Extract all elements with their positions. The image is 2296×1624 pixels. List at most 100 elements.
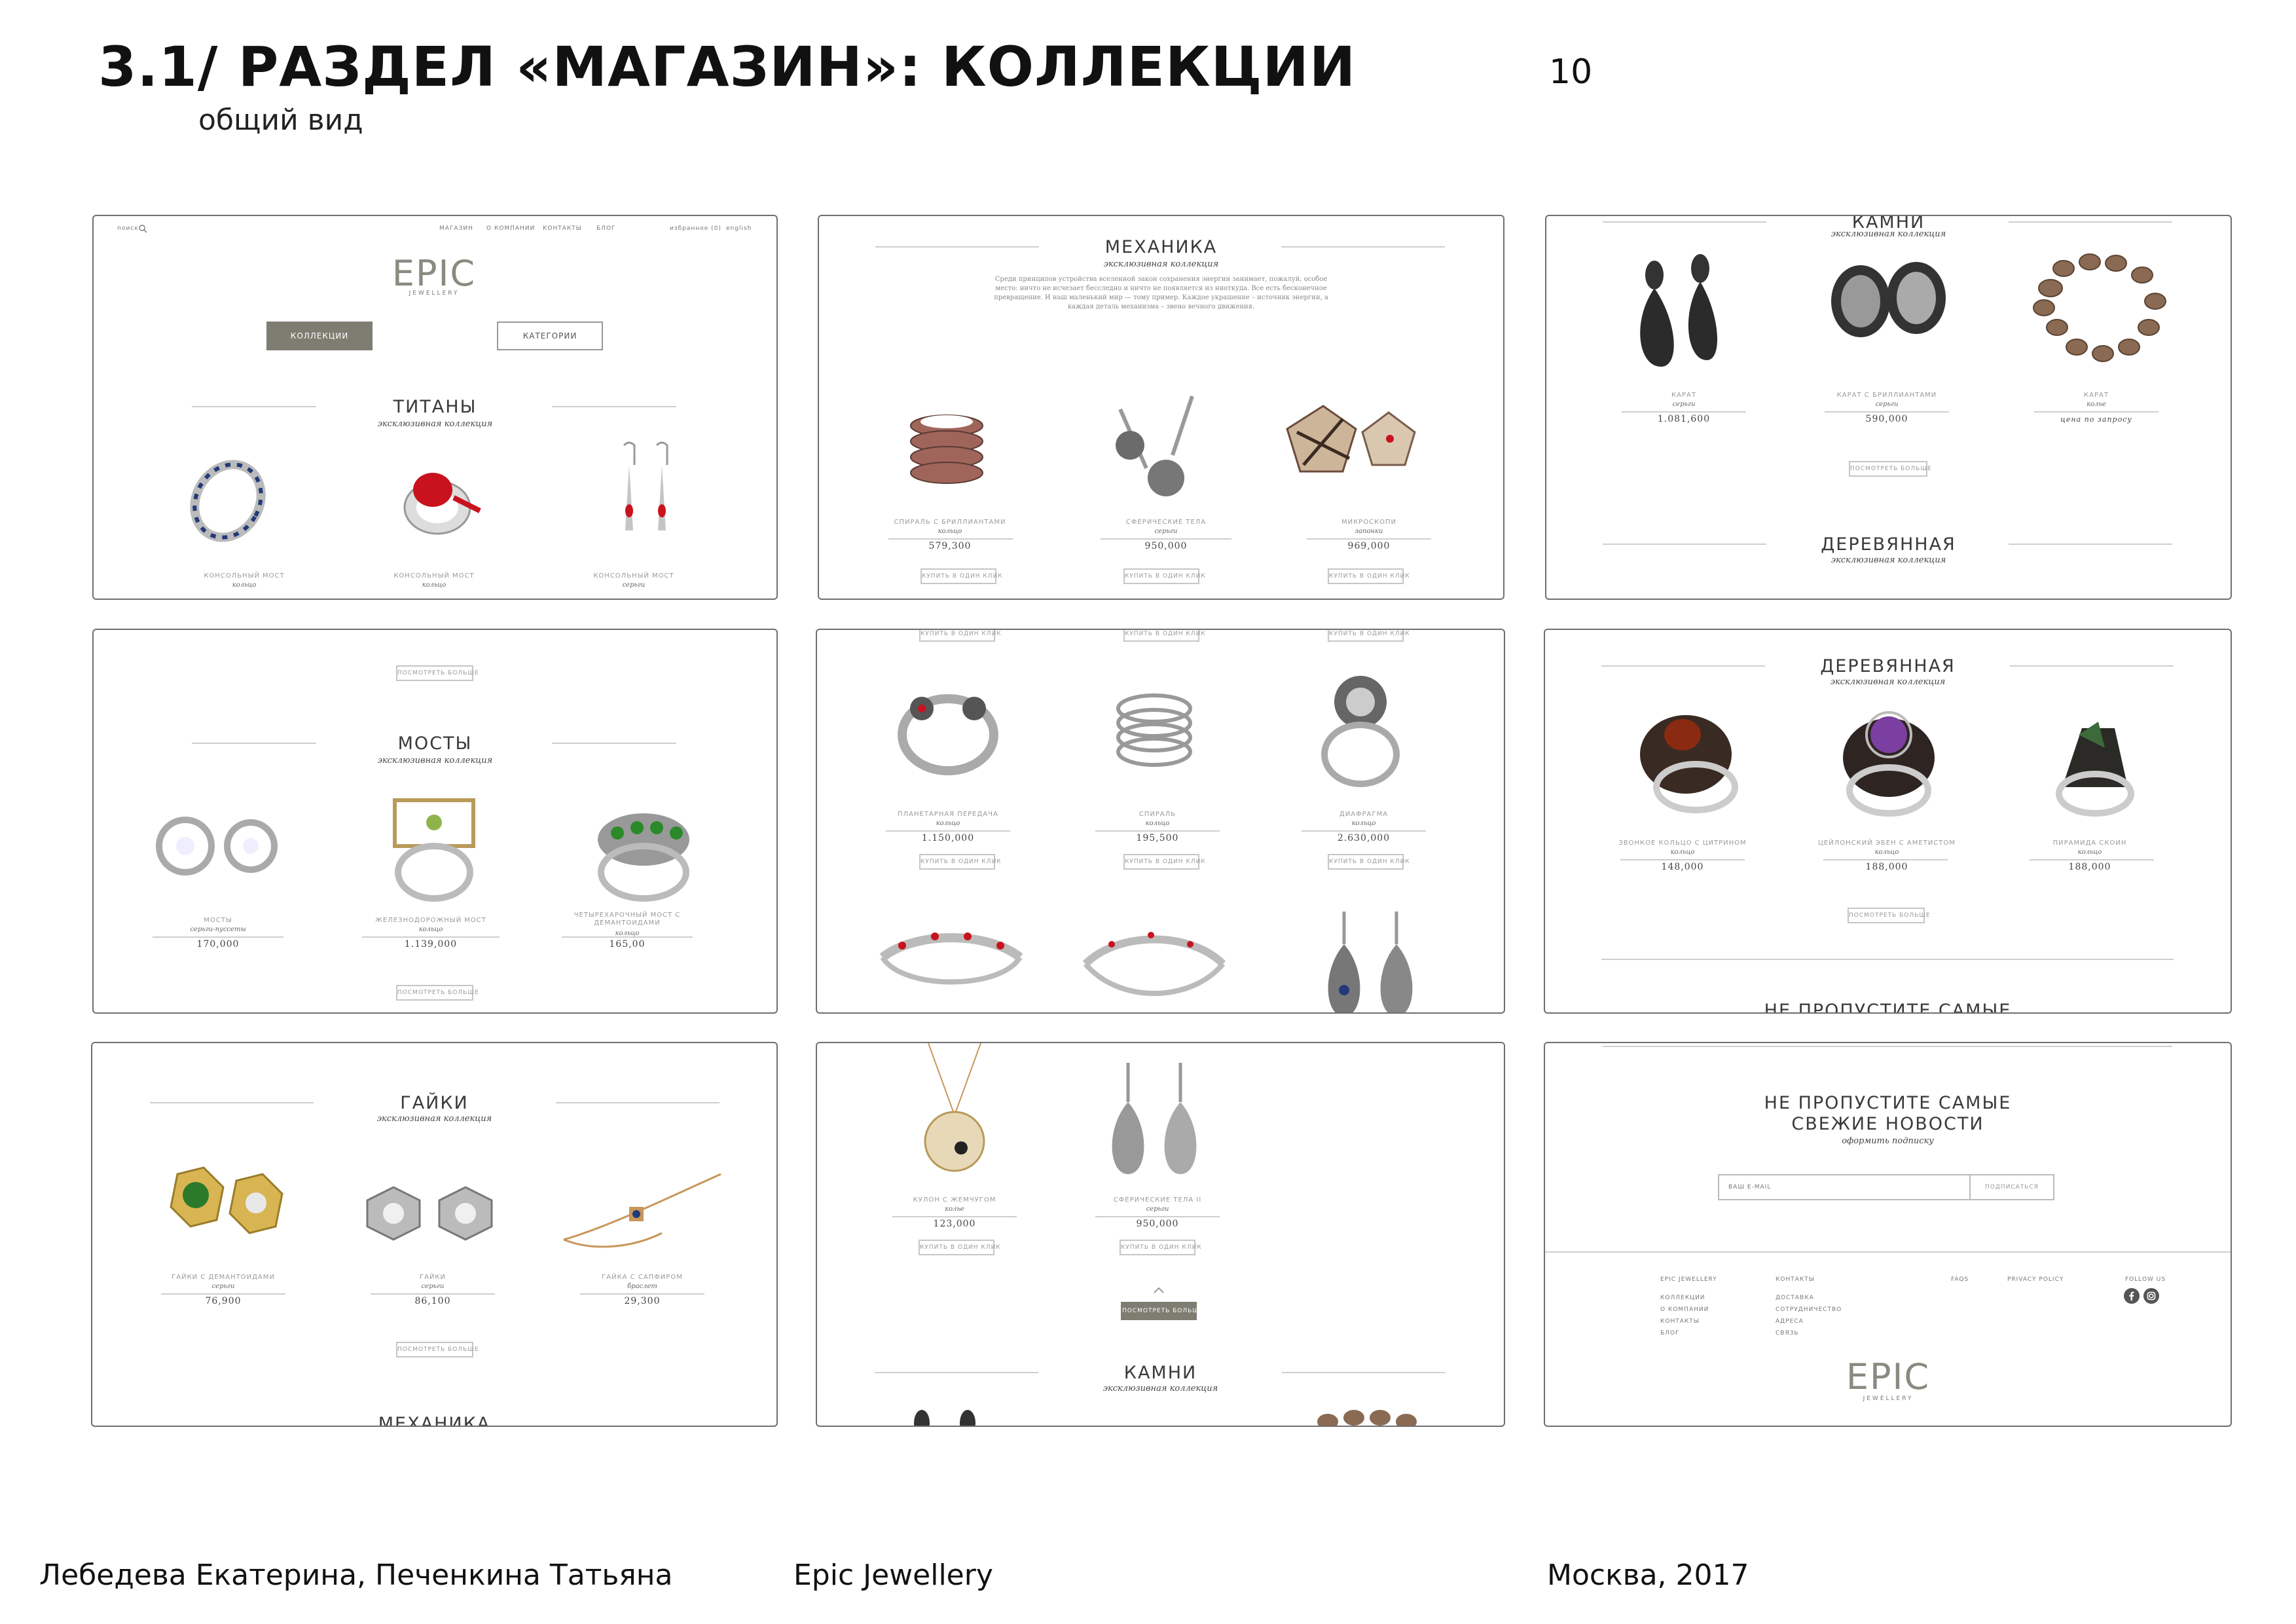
- see-more-button[interactable]: ПОСМОТРЕТЬ БОЛЬШЕ: [396, 985, 479, 1001]
- footer-link[interactable]: О КОМПАНИИ: [1660, 1306, 1709, 1313]
- ring-wood-citrine-image[interactable]: [1624, 702, 1748, 820]
- email-input[interactable]: ВАШ E-MAIL: [1718, 1174, 1971, 1200]
- product-kind: кольцо: [936, 820, 960, 827]
- collection-title: МЕХАНИКА: [1104, 237, 1218, 257]
- product-label: КОНСОЛЬНЫЙ МОСТ: [393, 572, 475, 580]
- earrings-nuts-image[interactable]: [354, 1174, 505, 1253]
- categories-button[interactable]: КАТЕГОРИИ: [497, 322, 603, 350]
- earrings-stone-partial-image[interactable]: [902, 1403, 994, 1427]
- search-label[interactable]: поиск: [117, 225, 139, 232]
- necklace-stones-image[interactable]: [2024, 249, 2175, 380]
- buy-one-click-button[interactable]: КУПИТЬ В ОДИН КЛИК: [1123, 568, 1205, 584]
- see-more-button-active[interactable]: ПОСМОТРЕТЬ БОЛЬШЕ: [1121, 1302, 1203, 1320]
- buy-one-click-button[interactable]: КУПИТЬ В ОДИН КЛИК: [920, 568, 1002, 584]
- lang-switch[interactable]: english: [726, 225, 752, 232]
- buy-one-click-button[interactable]: КУПИТЬ В ОДИН КЛИК: [919, 854, 1001, 870]
- footer-link[interactable]: КОЛЛЕКЦИИ: [1660, 1295, 1705, 1301]
- facebook-icon[interactable]: [2124, 1288, 2140, 1304]
- buy-one-click-button[interactable]: КУПИТЬ В ОДИН КЛИК: [1328, 854, 1410, 870]
- ring-pyramid-image[interactable]: [2043, 709, 2147, 820]
- footer-link[interactable]: БЛОГ: [1660, 1330, 1680, 1337]
- faqs-link[interactable]: FAQS: [1951, 1276, 1969, 1283]
- earrings-stone-diamonds-image[interactable]: [1821, 255, 1952, 373]
- product-kind: серьги: [622, 581, 646, 589]
- earrings-nuts-demantoid-image[interactable]: [151, 1154, 295, 1253]
- ring-planetary-image[interactable]: [883, 669, 1013, 787]
- bracelet-red-image[interactable]: [876, 918, 1027, 1014]
- chevron-up-icon[interactable]: [1152, 1285, 1165, 1295]
- earrings-titan-image[interactable]: [604, 439, 683, 557]
- ring-ebony-amethyst-image[interactable]: [1827, 699, 1951, 823]
- footer-link[interactable]: АДРЕСА: [1776, 1318, 1804, 1325]
- product-label: КАРАТ: [1671, 392, 1696, 399]
- buy-one-click-button[interactable]: КУПИТЬ В ОДИН КЛИК: [919, 630, 1001, 642]
- earrings-spheres-2-image[interactable]: [1092, 1056, 1216, 1187]
- footer-link[interactable]: ДОСТАВКА: [1776, 1295, 1814, 1301]
- wishlist-link[interactable]: избранное (0): [670, 225, 721, 232]
- nav-about[interactable]: О КОМПАНИИ: [486, 225, 535, 232]
- see-more-button[interactable]: ПОСМОТРЕТЬ БОЛЬШЕ: [1848, 908, 1930, 923]
- collections-button[interactable]: КОЛЛЕКЦИИ: [266, 322, 373, 350]
- earrings-sapphire-image[interactable]: [1308, 905, 1432, 1014]
- footer-link[interactable]: СОТРУДНИЧЕСТВО: [1776, 1306, 1842, 1313]
- instagram-icon[interactable]: [2143, 1288, 2159, 1304]
- page-title: 3.1/ РАЗДЕЛ «МАГАЗИН»: КОЛЛЕКЦИИ: [98, 35, 1357, 99]
- buy-one-click-button[interactable]: КУПИТЬ В ОДИН КЛИК: [1123, 630, 1205, 642]
- product-price: 188,000: [2068, 862, 2111, 872]
- bracelet-sapphire-image[interactable]: [557, 1161, 727, 1259]
- earrings-stone-image[interactable]: [1625, 249, 1730, 380]
- footer-col1-title: EPIC JEWELLERY: [1660, 1276, 1717, 1283]
- buy-one-click-button[interactable]: КУПИТЬ В ОДИН КЛИК: [1120, 1240, 1201, 1255]
- product-kind: кольцо: [422, 581, 446, 589]
- footer-logo[interactable]: EPIC: [1836, 1356, 1941, 1397]
- nav-shop[interactable]: МАГАЗИН: [439, 225, 473, 232]
- ring-spiral-silver-image[interactable]: [1099, 669, 1210, 787]
- necklace-partial-image[interactable]: [1302, 1403, 1432, 1427]
- footer-link[interactable]: КОНТАКТЫ: [1660, 1318, 1700, 1325]
- privacy-link[interactable]: PRIVACY POLICY: [2007, 1276, 2064, 1283]
- logo[interactable]: EPIC: [388, 253, 480, 294]
- footer-link[interactable]: СВЯЗЬ: [1776, 1330, 1799, 1337]
- newsletter-title-line2: СВЕЖИЕ НОВОСТИ: [1791, 1114, 1984, 1134]
- product-price: 590,000: [1865, 414, 1908, 424]
- collection-title: МОСТЫ: [397, 733, 473, 754]
- ring-demantoid-image[interactable]: [578, 781, 709, 912]
- ring-diaphragm-image[interactable]: [1302, 669, 1419, 794]
- search-icon[interactable]: [138, 224, 147, 233]
- buy-one-click-button[interactable]: КУПИТЬ В ОДИН КЛИК: [1328, 630, 1410, 642]
- buy-one-click-button[interactable]: КУПИТЬ В ОДИН КЛИК: [1123, 854, 1205, 870]
- buy-one-click-button[interactable]: КУПИТЬ В ОДИН КЛИК: [1328, 568, 1410, 584]
- earrings-bridges-image[interactable]: [146, 800, 290, 892]
- earrings-spheres-image[interactable]: [1094, 390, 1225, 507]
- ring-railway-image[interactable]: [375, 781, 493, 912]
- see-more-button[interactable]: ПОСМОТРЕТЬ БОЛЬШЕ: [1849, 461, 1931, 477]
- product-label: КУЛОН С ЖЕМЧУГОМ: [913, 1196, 996, 1204]
- collection-sub: эксклюзивная коллекция: [377, 419, 493, 429]
- ring-spiral-image[interactable]: [891, 393, 1002, 504]
- pendant-pearl-image[interactable]: [915, 1043, 994, 1187]
- product-price: 950,000: [1136, 1219, 1179, 1229]
- email-placeholder: ВАШ E-MAIL: [1728, 1184, 1772, 1190]
- subscribe-button[interactable]: ПОДПИСАТЬСЯ: [1969, 1174, 2054, 1200]
- collection-sub: эксклюзивная коллекция: [1831, 555, 1946, 565]
- product-kind: серьги: [1146, 1206, 1169, 1213]
- product-price: 1.150,000: [921, 833, 975, 843]
- buy-one-click-button[interactable]: КУПИТЬ В ОДИН КЛИК: [919, 1240, 1000, 1255]
- nav-contacts[interactable]: КОНТАКТЫ: [543, 225, 582, 232]
- ring-ruby-image[interactable]: [388, 452, 486, 550]
- see-more-button[interactable]: ПОСМОТРЕТЬ БОЛЬШЕ: [396, 665, 479, 681]
- product-kind: кольцо: [1670, 849, 1695, 856]
- footer-project: Epic Jewellery: [793, 1559, 993, 1592]
- product-kind: запонки: [1355, 528, 1383, 535]
- product-label: ГАЙКИ С ДЕМАНТОИДАМИ: [172, 1274, 275, 1281]
- see-more-button[interactable]: ПОСМОТРЕТЬ БОЛЬШЕ: [396, 1342, 479, 1357]
- ring-sapphire-image[interactable]: [179, 452, 277, 550]
- product-label: ЗВОНКОЕ КОЛЬЦО С ЦИТРИНОМ: [1618, 840, 1747, 847]
- cufflinks-image[interactable]: [1277, 393, 1428, 498]
- screenshot-mechanics-end: КУЛОН С ЖЕМЧУГОМ СФЕРИЧЕСКИЕ ТЕЛА II кол…: [816, 1042, 1505, 1427]
- screenshot-titans: поиск МАГАЗИН О КОМПАНИИ КОНТАКТЫ БЛОГ и…: [92, 215, 778, 600]
- collection-title: КАМНИ: [1123, 1363, 1197, 1383]
- nav-blog[interactable]: БЛОГ: [596, 225, 616, 232]
- footer-logo-sub: JEWELLERY: [1863, 1395, 1914, 1402]
- bracelet-red-2-image[interactable]: [1079, 918, 1230, 1014]
